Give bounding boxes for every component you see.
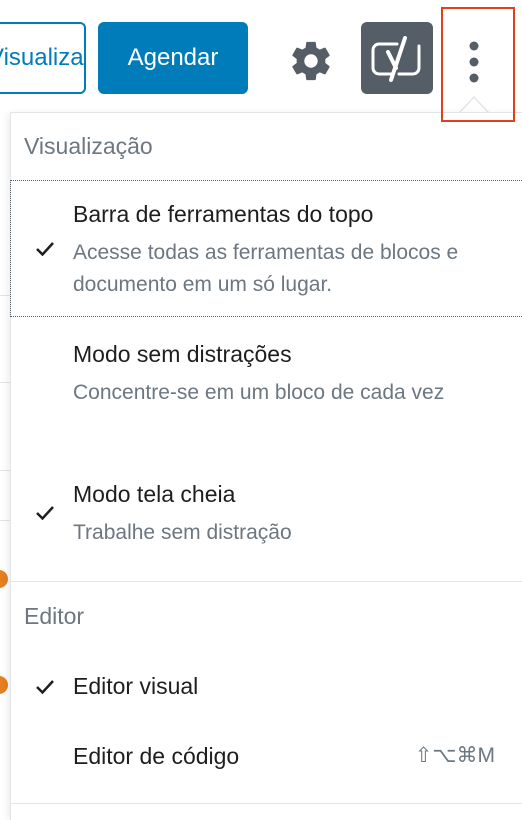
editor-header-toolbar: Visualizar Agendar — [0, 0, 522, 112]
settings-button[interactable] — [288, 38, 334, 84]
check-icon — [36, 506, 54, 521]
menu-item-code-editor[interactable]: Editor de código ⇧⌥⌘M — [11, 723, 522, 787]
editor-canvas-edge — [0, 112, 10, 820]
more-vertical-icon — [469, 41, 479, 83]
keyboard-shortcut: ⇧⌥⌘M — [414, 744, 495, 767]
menu-separator — [11, 581, 522, 582]
menu-item-description: Trabalhe sem distração — [73, 521, 292, 544]
divider — [0, 470, 10, 471]
view-group-title: Visualização — [24, 133, 153, 159]
more-options-button[interactable] — [446, 22, 502, 94]
menu-item-label: Editor de código — [73, 743, 240, 769]
more-options-menu: Visualização Barra de ferramentas do top… — [10, 112, 522, 820]
check-icon — [36, 242, 54, 257]
menu-item-top-toolbar[interactable]: Barra de ferramentas do topo Acesse toda… — [10, 180, 522, 317]
editor-group-title: Editor — [24, 603, 85, 629]
yoast-seo-button[interactable] — [361, 22, 433, 94]
menu-item-label: Editor visual — [73, 673, 199, 699]
check-icon — [36, 680, 54, 695]
popover-arrow-fill — [460, 98, 488, 113]
preview-button[interactable]: Visualizar — [0, 22, 86, 94]
divider — [0, 520, 10, 521]
menu-item-description: Concentre-se em um bloco de cada vez — [73, 381, 445, 404]
menu-separator — [11, 803, 522, 804]
menu-item-fullscreen[interactable]: Modo tela cheia Trabalhe sem distração — [11, 461, 522, 561]
divider — [0, 295, 10, 296]
menu-item-label: Modo tela cheia — [73, 481, 236, 507]
menu-item-distraction-free[interactable]: Modo sem distrações Concentre-se em um b… — [11, 321, 522, 449]
menu-item-label: Modo sem distrações — [73, 341, 292, 367]
menu-item-description: Acesse todas as ferramentas de blocos e … — [73, 241, 459, 296]
divider — [0, 382, 10, 383]
menu-item-label: Barra de ferramentas do topo — [73, 201, 374, 227]
schedule-button[interactable]: Agendar — [98, 22, 248, 94]
menu-item-visual-editor[interactable]: Editor visual — [11, 653, 522, 717]
gear-icon — [292, 41, 330, 81]
yoast-icon — [371, 36, 421, 82]
